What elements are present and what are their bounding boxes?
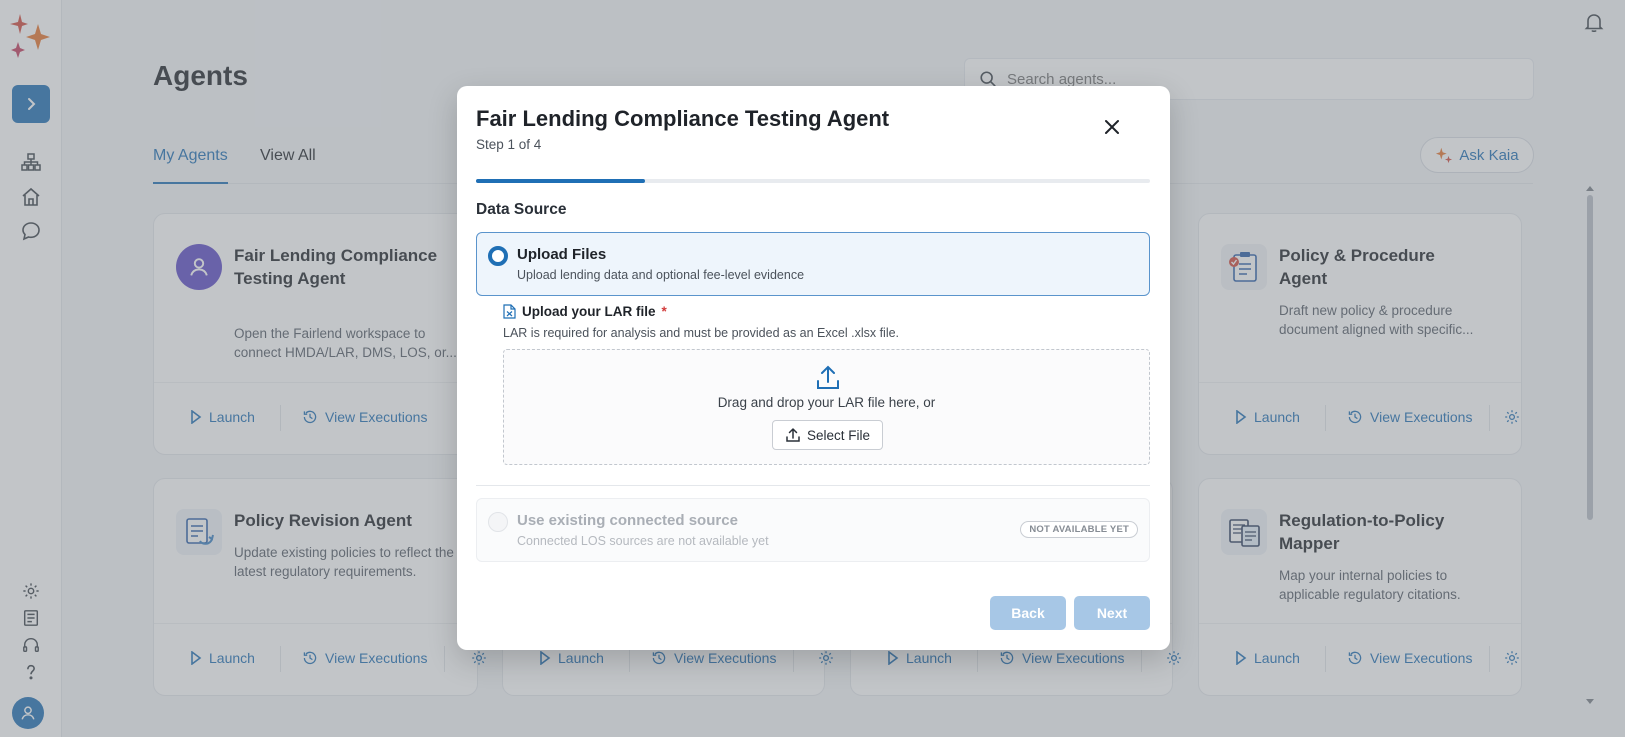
option-title: Upload Files — [517, 246, 607, 263]
upload-icon — [817, 365, 839, 389]
lar-help-text: LAR is required for analysis and must be… — [503, 326, 900, 340]
step-progress-bar — [476, 179, 1150, 183]
option-subtitle: Upload lending data and optional fee-lev… — [517, 268, 805, 282]
select-file-button[interactable]: Select File — [772, 420, 883, 450]
next-button[interactable]: Next — [1074, 596, 1150, 630]
select-file-label: Select File — [806, 427, 871, 443]
close-icon — [1105, 120, 1119, 134]
not-available-badge: NOT AVAILABLE YET — [1020, 521, 1138, 538]
agent-setup-dialog: Fair Lending Compliance Testing Agent St… — [457, 86, 1170, 650]
section-divider — [476, 485, 1150, 486]
excel-file-icon — [503, 304, 516, 319]
back-button[interactable]: Back — [990, 596, 1066, 630]
lar-label-text: Upload your LAR file — [522, 304, 656, 319]
required-marker: * — [661, 304, 667, 319]
radio-disabled — [488, 512, 508, 532]
lar-dropzone[interactable]: Drag and drop your LAR file here, or Sel… — [503, 349, 1150, 465]
option-title: Use existing connected source — [517, 512, 738, 529]
dropzone-text: Drag and drop your LAR file here, or — [717, 395, 936, 410]
option-subtitle: Connected LOS sources are not available … — [517, 534, 769, 548]
existing-source-option: Use existing connected source Connected … — [476, 498, 1150, 562]
section-label: Data Source — [476, 201, 567, 218]
step-indicator: Step 1 of 4 — [476, 137, 542, 152]
dialog-title: Fair Lending Compliance Testing Agent — [476, 106, 890, 131]
step-progress-fill — [476, 179, 645, 183]
close-button[interactable] — [1101, 116, 1123, 138]
upload-files-option[interactable]: Upload Files Upload lending data and opt… — [476, 232, 1150, 296]
lar-upload-label: Upload your LAR file * — [503, 304, 667, 319]
upload-icon — [786, 427, 800, 442]
radio-selected[interactable] — [488, 246, 508, 266]
